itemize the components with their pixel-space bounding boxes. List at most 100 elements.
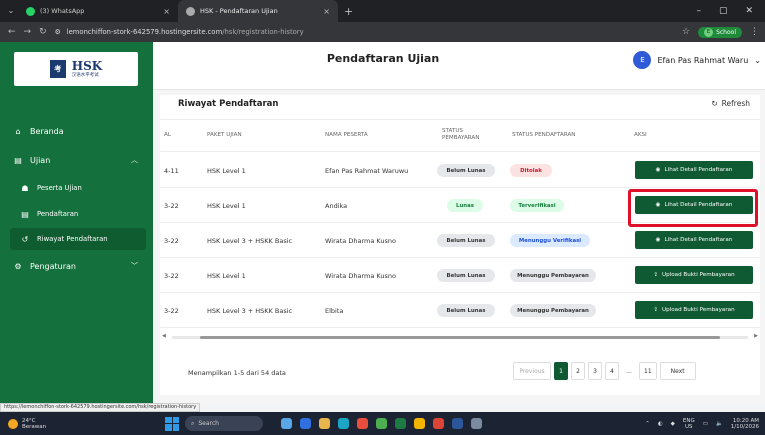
horizontal-scrollbar[interactable]: ◀ ▶ [160, 333, 760, 341]
reload-icon[interactable]: ↻ [39, 27, 47, 37]
cell-nama: Efan Pas Rahmat Waruwu [325, 167, 409, 175]
upload-proof-button[interactable]: ⇪ Upload Bukti Pembayaran [635, 301, 753, 319]
app-icon[interactable] [300, 418, 311, 429]
page-11-button[interactable]: 11 [639, 362, 657, 380]
sidebar-item-label: Pengaturan [30, 261, 76, 271]
word-icon[interactable] [452, 418, 463, 429]
menu-icon[interactable]: ⋮ [750, 27, 759, 37]
app-header: Pendaftaran Ujian E Efan Pas Rahmat Waru… [153, 42, 765, 90]
maximize-icon[interactable]: ▢ [719, 6, 728, 16]
edge-icon[interactable] [338, 418, 349, 429]
search-icon: ⌕ [191, 419, 195, 427]
close-icon[interactable]: × [323, 7, 330, 16]
button-label: Upload Bukti Pembayaran [662, 307, 735, 313]
back-icon[interactable]: ← [8, 27, 16, 37]
page-3-button[interactable]: 3 [588, 362, 602, 380]
profile-avatar: E [704, 27, 714, 37]
cell-paket: HSK Level 1 [207, 202, 246, 210]
view-detail-button[interactable]: ◉ Lihat Detail Pendaftaran [635, 161, 753, 179]
tab-title: (3) WhatsApp [40, 7, 85, 15]
cell-date: 3-22 [164, 237, 179, 245]
table-header: AL PAKET UJIAN NAMA PESERTA STATUS PEMBA… [160, 119, 760, 152]
weather-widget[interactable]: 24°C Berawan [0, 418, 165, 430]
tab-title: HSK - Pendaftaran Ujian [200, 7, 278, 15]
sidebar-item-peserta-ujian[interactable]: ☗ Peserta Ujian [10, 177, 146, 199]
star-icon[interactable]: ☆ [682, 27, 690, 37]
taskbar-search[interactable]: ⌕ Search [185, 416, 263, 431]
excel-icon[interactable] [395, 418, 406, 429]
hsk-logo-icon: 考 [49, 60, 66, 78]
refresh-button[interactable]: ↻ Refresh [711, 99, 750, 108]
windows-start-icon[interactable] [165, 416, 179, 431]
close-window-icon[interactable]: ✕ [745, 6, 753, 16]
sidebar-item-pengaturan[interactable]: ⚙ Pengaturan ﹀ [10, 255, 146, 277]
sidebar-item-riwayat-pendaftaran[interactable]: ↺ Riwayat Pendaftaran [10, 228, 146, 250]
language-indicator[interactable]: ENG US [683, 418, 695, 430]
previous-button[interactable]: Previous [513, 362, 551, 380]
eye-icon: ◉ [655, 167, 661, 173]
app-icon[interactable] [281, 418, 292, 429]
gear-icon: ⚙ [14, 261, 22, 271]
chevron-up-icon: ︿ [131, 156, 138, 164]
site-info-icon[interactable]: ⚙ [55, 28, 61, 36]
tab-whatsapp[interactable]: (3) WhatsApp × [18, 0, 178, 22]
weather-desc: Berawan [22, 423, 47, 430]
tray-icon[interactable]: ◆ [671, 421, 675, 427]
chrome-icon[interactable] [433, 418, 444, 429]
sidebar: 考 HSK 汉语水平考试 ⌂ Beranda ▤ Ujian ︿ ☗ Peser… [0, 42, 153, 405]
logo[interactable]: 考 HSK 汉语水平考试 [14, 52, 138, 86]
forward-icon[interactable]: → [24, 27, 32, 37]
status-badge: Terverifikasi [510, 199, 564, 212]
close-icon[interactable]: × [163, 7, 170, 16]
cell-date: 3-22 [164, 272, 179, 280]
network-icon[interactable]: ▭ [703, 421, 708, 427]
next-button[interactable]: Next [659, 362, 696, 380]
profile-button[interactable]: E School [698, 26, 742, 38]
new-tab-icon[interactable]: + [344, 5, 353, 18]
cell-nama: Elbita [325, 307, 344, 315]
view-detail-button[interactable]: ◉ Lihat Detail Pendaftaran [635, 231, 753, 249]
page-4-button[interactable]: 4 [605, 362, 619, 380]
status-badge: Belum Lunas [437, 269, 495, 282]
sidebar-item-pendaftaran[interactable]: ▤ Pendaftaran [10, 203, 146, 225]
sidebar-item-ujian[interactable]: ▤ Ujian ︿ [10, 149, 146, 171]
user-menu[interactable]: E Efan Pas Rahmat Waru ⌄ [633, 51, 761, 69]
page-1-button[interactable]: 1 [554, 362, 568, 380]
tab-search-icon[interactable]: ⌄ [4, 4, 18, 18]
app-icon[interactable] [471, 418, 482, 429]
whatsapp-icon [26, 6, 35, 16]
upload-proof-button[interactable]: ⇪ Upload Bukti Pembayaran [635, 266, 753, 284]
col-date: AL [164, 132, 171, 138]
scrollbar-thumb[interactable] [200, 336, 720, 339]
table-row: 4-11 HSK Level 1 Efan Pas Rahmat Waruwu … [160, 153, 760, 188]
home-icon: ⌂ [15, 126, 21, 136]
sidebar-item-beranda[interactable]: ⌂ Beranda [10, 120, 146, 142]
minimize-icon[interactable]: – [696, 6, 701, 16]
app-icon[interactable] [357, 418, 368, 429]
volume-icon[interactable]: 🔈 [716, 421, 723, 427]
clipboard-icon: ▤ [14, 155, 22, 165]
tab-hsk[interactable]: HSK - Pendaftaran Ujian × [178, 0, 338, 22]
col-status-bayar: STATUS PEMBAYARAN [442, 128, 480, 141]
cell-nama: Andika [325, 202, 348, 210]
folder-icon[interactable] [319, 418, 330, 429]
clock[interactable]: 10:20 AM 1/10/2026 [731, 418, 759, 430]
chrome-icon[interactable] [414, 418, 425, 429]
system-tray: ⌃ ◐ ◆ ENG US ▭ 🔈 10:20 AM 1/10/2026 [645, 418, 765, 430]
scroll-right-icon[interactable]: ▶ [754, 333, 758, 339]
page-2-button[interactable]: 2 [571, 362, 585, 380]
weather-icon [8, 418, 18, 429]
scroll-left-icon[interactable]: ◀ [162, 333, 166, 339]
chrome-icon[interactable] [376, 418, 387, 429]
button-label: Lihat Detail Pendaftaran [664, 167, 733, 173]
chevron-up-icon[interactable]: ⌃ [645, 421, 650, 427]
url-field[interactable]: ⚙ lemonchiffon-stork-642579.hostingersit… [55, 28, 674, 36]
upload-icon: ⇪ [653, 272, 659, 278]
browser-tab-bar: ⌄ (3) WhatsApp × HSK - Pendaftaran Ujian… [0, 0, 765, 22]
cell-nama: Wirata Dharma Kusno [325, 237, 396, 245]
sidebar-item-label: Ujian [30, 155, 51, 165]
cell-nama: Wirata Dharma Kusno [325, 272, 396, 280]
tray-icon[interactable]: ◐ [658, 421, 663, 427]
status-badge: Belum Lunas [437, 304, 495, 317]
page-title: Pendaftaran Ujian [326, 52, 440, 65]
